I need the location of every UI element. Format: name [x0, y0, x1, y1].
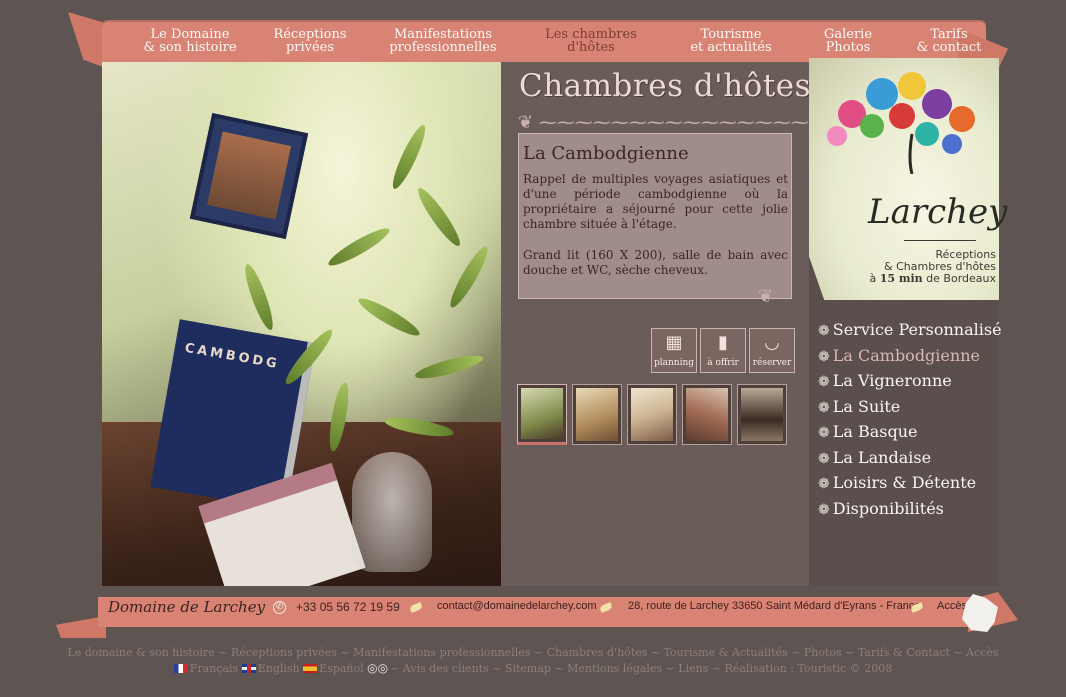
address: 28, route de Larchey 33650 Saint Médard … — [628, 600, 921, 612]
access-link[interactable]: Accès — [937, 600, 967, 612]
nav-item-tourisme[interactable]: Tourisme et actualités — [684, 28, 778, 54]
brand-name: Domaine de Larchey — [108, 598, 266, 616]
logo-tagline: Réceptions & Chambres d'hôtes à 15 min d… — [840, 249, 996, 285]
gift-icon: ▮ — [718, 332, 728, 353]
room-menu: ❁ Service Personnalisé ❁ La Cambodgienne ❁… — [818, 320, 1002, 525]
phone-icon: ✆ — [273, 601, 286, 614]
bamboo-leaf — [413, 351, 485, 383]
bamboo-leaf — [240, 261, 278, 333]
room-photo: CAMBODG — [102, 62, 501, 586]
logo-tagline-bold: 15 min — [879, 272, 923, 285]
flower-icon: ❁ — [818, 348, 830, 365]
gift-label: à offrir — [707, 358, 739, 368]
bamboo-leaf — [387, 122, 431, 192]
menu-label: La Suite — [832, 396, 901, 416]
logo-name: Larchey — [868, 192, 1008, 232]
flower-icon: ❁ — [818, 450, 830, 467]
menu-item-cambodgienne[interactable]: ❁ La Cambodgienne — [818, 346, 998, 372]
nav-label-line2: privées — [285, 40, 335, 55]
flower-icon: ❁ — [818, 374, 830, 390]
room-title: La Cambodgienne — [523, 143, 689, 164]
bamboo-leaf — [445, 243, 493, 311]
reserve-label: réserver — [752, 358, 792, 368]
thumbnail[interactable] — [737, 384, 787, 445]
planning-button[interactable]: ▦ planning — [651, 328, 697, 373]
flower-icon: ❁ — [818, 476, 830, 492]
menu-item-loisirs[interactable]: ❁ Loisirs & Détente — [818, 473, 998, 499]
nav-item-tarifs[interactable]: Tarifs & contact — [914, 28, 984, 54]
footer-languages: Français English Español ◎◎ ~ Avis des cl… — [0, 661, 1066, 675]
room-paragraph-1: Rappel de multiples voyages asiatiques e… — [523, 172, 788, 231]
menu-label: La Vigneronne — [832, 371, 952, 390]
thumbnail[interactable] — [572, 384, 622, 445]
nav-item-galerie[interactable]: Galerie Photos — [818, 28, 878, 54]
email-link[interactable]: contact@domainedelarchey.com — [437, 600, 597, 612]
bamboo-leaf — [413, 184, 465, 250]
flag-uk-icon — [241, 664, 256, 673]
logo-tagline-prefix: à — [869, 272, 877, 285]
glass-vase — [352, 452, 432, 572]
nav-item-domaine[interactable]: Le Domaine & son histoire — [138, 28, 242, 54]
flag-es-icon — [303, 664, 318, 673]
calendar-icon: ▦ — [665, 332, 683, 353]
room-description: La Cambodgienne Rappel de multiples voya… — [518, 133, 792, 299]
menu-item-landaise[interactable]: ❁ La Landaise — [818, 448, 998, 474]
flower-icon: ❁ — [818, 323, 830, 339]
wall-frame — [189, 112, 309, 240]
planning-label: planning — [653, 358, 695, 368]
thumbnail[interactable] — [517, 384, 567, 445]
menu-item-disponibilites[interactable]: ❁ Disponibilités — [818, 499, 998, 525]
nav-label-line2: d'hôtes — [567, 40, 615, 55]
page-title: Chambres d'hôtes — [519, 68, 812, 104]
phone-number: +33 05 56 72 19 59 — [296, 600, 400, 614]
nav-label-line2: et actualités — [690, 40, 772, 55]
menu-label: La Basque — [832, 422, 918, 441]
lang-fr-link[interactable]: Français — [190, 662, 238, 675]
flourish-top-icon: ❦ ⁓⁓⁓⁓⁓⁓⁓⁓⁓⁓⁓⁓⁓⁓⁓⁓⁓ — [518, 112, 845, 133]
nav-item-receptions[interactable]: Réceptions privées — [268, 28, 352, 54]
menu-item-basque[interactable]: ❁ La Basque — [818, 422, 998, 448]
flower-icon: ❁ — [818, 425, 830, 441]
photo-book-title: CAMBODG — [183, 340, 281, 373]
footer-misc-links[interactable]: ~ Avis des clients ~ Sitemap ~ Mentions … — [390, 662, 892, 675]
bamboo-leaf — [355, 293, 423, 341]
menu-label: Loisirs & Détente — [832, 473, 977, 492]
tripadvisor-owl-icon[interactable]: ◎◎ — [367, 661, 388, 675]
flower-icon: ❁ — [818, 501, 830, 518]
nav-label-line2: Photos — [825, 40, 871, 55]
menu-label: La Cambodgienne — [832, 345, 980, 365]
thumbnail[interactable] — [682, 384, 732, 445]
menu-item-suite[interactable]: ❁ La Suite — [818, 397, 998, 423]
lang-es-link[interactable]: Español — [319, 662, 364, 675]
nav-label-line2: professionnelles — [389, 40, 497, 55]
bamboo-leaf — [325, 223, 393, 271]
logo-tagline-suffix: de Bordeaux — [926, 272, 996, 285]
flower-icon: ❁ — [818, 399, 830, 416]
menu-label: La Landaise — [832, 447, 932, 467]
footer-links: Le domaine & son histoire ~ Réceptions p… — [0, 646, 1066, 659]
room-paragraph-2: Grand lit (160 X 200), salle de bain ave… — [523, 248, 788, 277]
menu-label: Service Personnalisé — [832, 320, 1002, 339]
top-nav-ribbon: Le Domaine & son histoire Réceptions privé… — [68, 10, 1008, 80]
footer-nav-links[interactable]: Le domaine & son histoire ~ Réceptions p… — [67, 646, 998, 659]
menu-label: Disponibilités — [832, 498, 944, 518]
flag-fr-icon — [173, 664, 188, 673]
nav-label-line2: & son histoire — [143, 40, 237, 55]
nav-item-chambres[interactable]: Les chambres d'hôtes — [538, 28, 644, 54]
logo-divider — [904, 240, 976, 241]
tree-logo-icon — [827, 72, 975, 174]
reserve-button[interactable]: ◡ réserver — [749, 328, 795, 373]
thumbnail[interactable] — [627, 384, 677, 445]
nav-item-manifestations[interactable]: Manifestations professionnelles — [388, 28, 498, 54]
basket-icon: ◡ — [764, 332, 780, 353]
flourish-bottom-icon: ❦ — [758, 286, 774, 307]
gift-button[interactable]: ▮ à offrir — [700, 328, 746, 373]
menu-item-vigneronne[interactable]: ❁ La Vigneronne — [818, 371, 998, 397]
lang-en-link[interactable]: English — [258, 662, 300, 675]
menu-item-service[interactable]: ❁ Service Personnalisé — [818, 320, 1002, 346]
nav-label-line2: & contact — [916, 40, 982, 55]
